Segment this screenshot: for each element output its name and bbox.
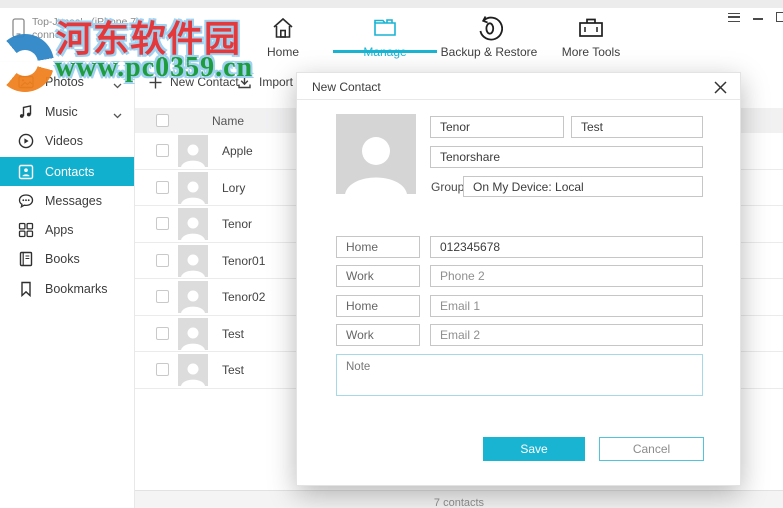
header: Top-Jonse'.. (iPhone 7) connected Home M…	[0, 8, 783, 62]
videos-icon	[18, 133, 34, 149]
import-icon	[238, 76, 251, 89]
row-checkbox[interactable]	[156, 217, 169, 231]
sidebar-item-label: Videos	[45, 133, 83, 148]
menu-icon[interactable]	[728, 12, 740, 22]
new-contact-label: New Contact	[170, 75, 239, 89]
contact-name: Tenor02	[222, 290, 266, 304]
save-button[interactable]: Save	[483, 437, 585, 461]
contact-photo-placeholder[interactable]	[336, 114, 416, 194]
sidebar-item-label: Music	[45, 104, 78, 119]
apps-icon	[18, 222, 34, 238]
row-checkbox[interactable]	[156, 363, 169, 377]
sidebar-item-contacts[interactable]: Contacts	[0, 157, 134, 186]
row-checkbox[interactable]	[156, 290, 169, 304]
email1-field[interactable]	[430, 295, 703, 317]
sidebar-item-label: Books	[45, 251, 80, 266]
first-name-field[interactable]	[430, 116, 564, 138]
contact-name: Tenor01	[222, 253, 266, 268]
sidebar-item-label: Messages	[45, 193, 102, 208]
sidebar-item-photos[interactable]: Photos	[0, 67, 134, 96]
avatar-placeholder	[178, 281, 208, 313]
dialog-header: New Contact	[297, 73, 740, 100]
window-top-edge	[0, 0, 783, 8]
avatar-placeholder	[178, 354, 208, 386]
sidebar-item-books[interactable]: Books	[0, 244, 134, 273]
phone2-field[interactable]	[430, 265, 703, 287]
bookmarks-icon	[18, 281, 34, 297]
sidebar-item-label: Contacts	[45, 164, 95, 179]
sidebar-item-music[interactable]: Music	[0, 97, 134, 126]
photos-icon	[18, 74, 34, 90]
device-indicator: Top-Jonse'.. (iPhone 7) connected	[12, 16, 140, 42]
music-icon	[18, 104, 34, 120]
sidebar-item-messages[interactable]: Messages	[0, 186, 134, 215]
company-field[interactable]	[430, 146, 703, 168]
sidebar-item-label: Photos	[45, 74, 84, 89]
contacts-count: 7 contacts	[135, 490, 783, 508]
sidebar-item-videos[interactable]: Videos	[0, 126, 134, 155]
plus-icon	[149, 76, 162, 88]
row-checkbox[interactable]	[156, 144, 169, 158]
email2-type-selector[interactable]: Work	[336, 324, 420, 346]
active-tab-underline	[333, 50, 437, 53]
row-checkbox[interactable]	[156, 253, 169, 267]
device-status: connected	[32, 29, 81, 41]
row-checkbox[interactable]	[156, 180, 169, 194]
messages-icon	[18, 193, 34, 209]
avatar-placeholder	[178, 317, 208, 350]
sidebar-item-label: Apps	[45, 222, 74, 237]
phone2-type-selector[interactable]: Work	[336, 265, 420, 287]
books-icon	[18, 251, 34, 267]
new-contact-button[interactable]: New Contact	[149, 75, 239, 89]
cancel-button[interactable]: Cancel	[599, 437, 704, 461]
close-icon[interactable]	[712, 79, 728, 95]
contact-name: Test	[222, 363, 245, 377]
email1-type-label: Home	[346, 299, 379, 313]
window-controls	[728, 12, 783, 22]
avatar-placeholder	[178, 208, 208, 240]
contact-name: Lory	[222, 180, 246, 195]
tab-more-tools[interactable]: More Tools	[531, 14, 651, 59]
chevron-down-icon[interactable]	[113, 108, 122, 122]
name-column-header: Name	[212, 113, 245, 128]
avatar-placeholder	[178, 171, 208, 204]
avatar-placeholder	[178, 244, 208, 277]
contacts-icon	[18, 164, 34, 180]
dialog-title: New Contact	[312, 80, 381, 94]
phone1-type-label: Home	[346, 240, 379, 254]
sidebar: Photos Music Videos Contacts Messages Ap…	[0, 62, 135, 508]
phone1-type-selector[interactable]: Home	[336, 236, 420, 258]
contact-name: Apple	[222, 144, 253, 158]
chevron-down-icon[interactable]	[113, 78, 122, 92]
manage-folder-icon	[325, 14, 445, 42]
tab-more-tools-label: More Tools	[561, 45, 621, 59]
note-field[interactable]	[336, 354, 703, 396]
import-label: Import	[259, 75, 294, 89]
contact-name: Tenor	[222, 217, 253, 231]
maximize-icon[interactable]	[776, 12, 783, 22]
import-button[interactable]: Import	[238, 75, 293, 89]
more-tools-icon	[531, 14, 651, 42]
email1-type-selector[interactable]: Home	[336, 295, 420, 317]
email2-field[interactable]	[430, 324, 703, 346]
contact-name: Test	[222, 326, 245, 341]
row-checkbox[interactable]	[156, 326, 169, 340]
phone1-field[interactable]	[430, 236, 703, 258]
sidebar-item-apps[interactable]: Apps	[0, 215, 134, 244]
sidebar-item-label: Bookmarks	[45, 281, 108, 296]
minimize-icon[interactable]	[753, 18, 763, 20]
phone-icon	[12, 18, 25, 38]
group-label: Group	[431, 180, 465, 194]
sidebar-item-bookmarks[interactable]: Bookmarks	[0, 274, 134, 303]
avatar-placeholder	[178, 135, 208, 167]
new-contact-dialog: New Contact Group Home Work Home Work Sa…	[296, 72, 741, 486]
group-field[interactable]	[463, 176, 703, 197]
email2-type-label: Work	[346, 328, 374, 342]
app-window: Top-Jonse'.. (iPhone 7) connected Home M…	[0, 0, 783, 508]
select-all-checkbox[interactable]	[156, 114, 169, 127]
phone2-type-label: Work	[346, 269, 374, 283]
last-name-field[interactable]	[571, 116, 703, 138]
device-name: Top-Jonse'.. (iPhone 7)	[32, 16, 140, 28]
